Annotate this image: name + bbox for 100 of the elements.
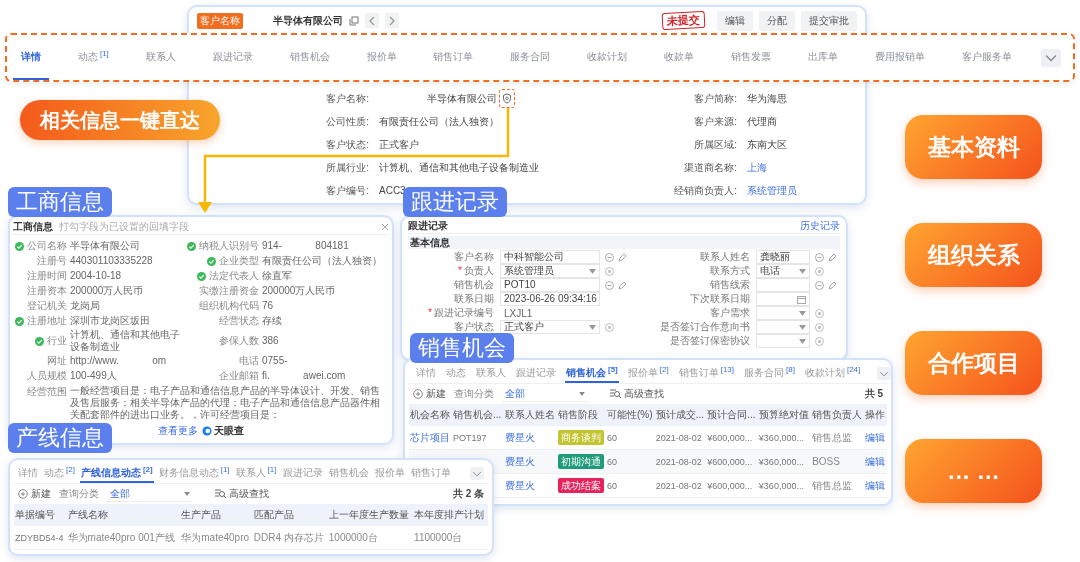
field-label: 实缴注册资金 bbox=[199, 284, 259, 298]
tab[interactable]: 联系人 $^{[1]}$ bbox=[234, 464, 278, 483]
table-cell: ¥600,000... bbox=[707, 457, 753, 467]
table-cell: 2021-08-02 bbox=[655, 433, 702, 443]
history-link[interactable]: 历史记录 bbox=[800, 219, 840, 233]
field-value: 东南大区 bbox=[747, 137, 787, 152]
tab[interactable]: 出库单 bbox=[800, 35, 847, 80]
input-field[interactable]: 中科智能公司 bbox=[500, 250, 600, 264]
tab[interactable]: 销售发票 bbox=[723, 35, 780, 80]
tab[interactable]: 报价单 $^{[2]}$ bbox=[626, 364, 670, 383]
advanced-search-button[interactable]: 高级查找 bbox=[215, 487, 269, 501]
panel-hint: 打勾字段为已设置的回填字段 bbox=[59, 220, 189, 234]
field-value: http://www. om bbox=[69, 355, 168, 367]
field-value: 半导体有限公司 bbox=[69, 240, 141, 252]
tab[interactable]: 详情 bbox=[415, 364, 437, 383]
tab[interactable]: 销售订单 bbox=[425, 35, 482, 80]
more-link[interactable]: 查看更多 bbox=[158, 424, 198, 438]
total-count: 共 2 条 bbox=[452, 487, 484, 501]
table-cell: 2021-08-02 bbox=[655, 481, 702, 491]
tab[interactable]: 费用报销单 bbox=[866, 35, 933, 80]
panel-title: 跟进记录 bbox=[408, 219, 448, 233]
field-label: 客户状态 bbox=[453, 320, 495, 334]
column-header: 匹配产品 bbox=[253, 509, 294, 520]
tab[interactable]: 销售订单 bbox=[409, 464, 452, 483]
table-cell: BOSS bbox=[812, 456, 840, 467]
table-cell: ¥360,000... bbox=[758, 481, 804, 491]
edit-link[interactable]: 编辑 bbox=[865, 479, 886, 491]
tab[interactable]: 跟进记录 bbox=[204, 35, 261, 80]
tab[interactable]: 销售机会 bbox=[281, 35, 338, 80]
tab[interactable]: 动态 $^{[1]}$ bbox=[69, 35, 117, 80]
input-field[interactable]: POT10 bbox=[500, 278, 600, 292]
table-cell[interactable]: 费星火 bbox=[504, 479, 535, 491]
input-field[interactable]: 2023-06-26 09:34:16 bbox=[500, 292, 600, 306]
field-label: 法定代表人 bbox=[209, 269, 259, 283]
action-button[interactable]: 提交审批 bbox=[801, 10, 857, 31]
tab[interactable]: 收款计划 $^{[24]}$ bbox=[803, 364, 862, 383]
field-label: 下次联系日期 bbox=[689, 292, 751, 306]
tab[interactable]: 联系人 bbox=[137, 35, 184, 80]
tab[interactable]: 详情 bbox=[17, 464, 39, 483]
tab[interactable]: 财务信息动态 $^{[1]}$ bbox=[157, 464, 231, 483]
input-field[interactable]: 正式客户 bbox=[500, 320, 600, 334]
table-cell: ¥600,000... bbox=[707, 481, 753, 491]
tab[interactable]: 销售机会 $^{[5]}$ bbox=[565, 364, 619, 383]
field-label: 企业邮箱 bbox=[219, 369, 259, 383]
input-field[interactable]: 龚晓丽 bbox=[756, 250, 810, 264]
field-label: 公司名称 bbox=[27, 239, 67, 253]
source-logo: 天眼查 bbox=[202, 424, 244, 438]
field-label: 联系方式 bbox=[709, 264, 751, 278]
field-label: 渠道商名称: bbox=[683, 160, 737, 175]
stage-tag: 成功结案 bbox=[557, 477, 604, 493]
filter-select[interactable]: 全部 bbox=[107, 486, 193, 502]
field-value: 龙岗局 bbox=[69, 300, 101, 312]
tab[interactable]: 动态 $^{[2]}$ bbox=[43, 464, 76, 483]
field-value: 200000万人民币 bbox=[69, 285, 145, 297]
advanced-search-button[interactable]: 高级查找 bbox=[610, 387, 664, 401]
input-field[interactable]: 系统管理员 bbox=[500, 264, 600, 278]
input-field[interactable]: 电话 bbox=[756, 264, 810, 278]
table-cell[interactable]: 费星火 bbox=[504, 431, 535, 443]
stage-tag: 初期沟通 bbox=[557, 453, 604, 469]
new-button[interactable]: 新建 bbox=[18, 487, 51, 501]
field-value[interactable]: 系统管理员 bbox=[747, 183, 797, 198]
field-value[interactable]: 上海 bbox=[747, 160, 767, 175]
tab[interactable]: 收款单 bbox=[656, 35, 703, 80]
table-cell[interactable]: ZDYBD54-4 bbox=[15, 533, 64, 543]
tab[interactable]: 报价单 bbox=[358, 35, 405, 80]
field-value: 代理商 bbox=[747, 114, 777, 129]
tab[interactable]: 联系人 bbox=[475, 364, 507, 383]
group-header: 基本信息 bbox=[408, 236, 840, 249]
tab[interactable]: 服务合同 bbox=[502, 35, 559, 80]
table-cell: DDR4 内存芯片 bbox=[253, 531, 324, 543]
edit-link[interactable]: 编辑 bbox=[865, 431, 886, 443]
table-cell: 1100000台 bbox=[414, 531, 463, 543]
column-header: 销售机会... bbox=[453, 409, 502, 420]
tab[interactable]: 销售订单 $^{[13]}$ bbox=[677, 364, 736, 383]
filter-select[interactable]: 全部 bbox=[502, 386, 588, 402]
stage-tag: 商务谈判 bbox=[557, 429, 604, 445]
field-label: 联系人姓名 bbox=[699, 250, 751, 264]
field-label: 是否签订保密协议 bbox=[669, 334, 751, 348]
field-label: 注册号 bbox=[37, 254, 67, 268]
table-cell: POT197 bbox=[453, 433, 487, 443]
tab[interactable]: 收款计划 bbox=[579, 35, 636, 80]
action-button[interactable]: 分配 bbox=[759, 10, 795, 31]
tab[interactable]: 跟进记录 bbox=[281, 464, 324, 483]
table-cell[interactable]: 芯片项目 bbox=[410, 431, 450, 443]
field-label: 注册资本 bbox=[27, 284, 67, 298]
tab[interactable]: 动态 bbox=[445, 364, 467, 383]
field-value: 有限责任公司（法人独资） bbox=[379, 114, 499, 129]
field-label: 所属区域: bbox=[693, 137, 737, 152]
tab[interactable]: 报价单 bbox=[373, 464, 406, 483]
action-button[interactable]: 编辑 bbox=[717, 10, 753, 31]
tab[interactable]: 销售机会 bbox=[327, 464, 370, 483]
new-button[interactable]: 新建 bbox=[413, 387, 446, 401]
tab[interactable]: 客户服务单 bbox=[953, 35, 1020, 80]
field-label: 人员规模 bbox=[27, 369, 67, 383]
field-value: 100-499人 bbox=[69, 370, 118, 382]
tab[interactable]: 跟进记录 bbox=[515, 364, 557, 383]
tab[interactable]: 详情 bbox=[13, 35, 49, 80]
tab[interactable]: 产线信息动态 $^{[2]}$ bbox=[79, 464, 154, 483]
field-label: 客户简称: bbox=[693, 91, 737, 106]
tab[interactable]: 服务合同 $^{[8]}$ bbox=[743, 364, 796, 383]
